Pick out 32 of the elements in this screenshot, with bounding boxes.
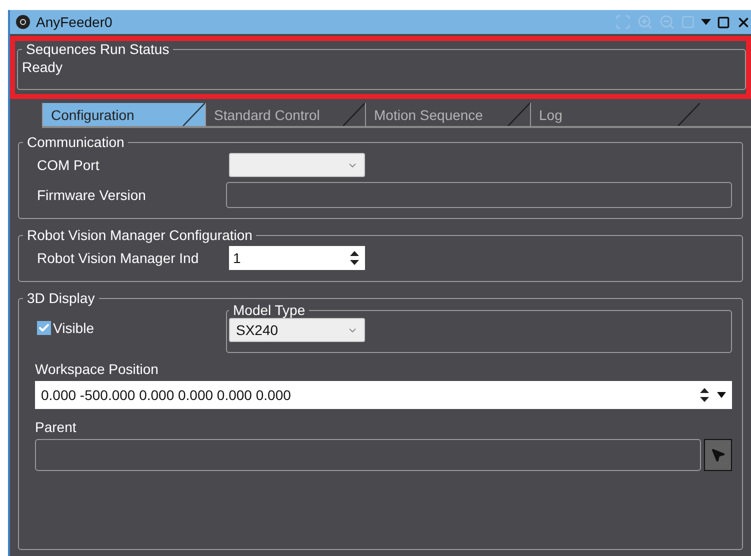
dropdown-icon[interactable] (717, 392, 726, 398)
group-title: Sequences Run Status (25, 41, 170, 57)
group-title: 3D Display (26, 290, 96, 306)
maximize-icon[interactable] (717, 16, 730, 28)
tab[interactable]: Log (530, 103, 700, 126)
input-field[interactable] (226, 182, 732, 208)
tab[interactable]: Configuration (42, 103, 205, 126)
model-type-dropdown[interactable]: SX240 (229, 318, 365, 342)
status-text: Ready (22, 58, 64, 77)
field-label: COM Port (37, 157, 100, 173)
group-title: Robot Vision Manager Configuration (26, 227, 254, 243)
cursor-icon (710, 447, 726, 463)
visible-checkbox[interactable]: Visible (37, 320, 229, 336)
position-spinner[interactable]: 0.000 -500.000 0.000 0.000 0.000 0.000 (35, 381, 732, 409)
field-label: Parent (35, 419, 78, 435)
field-label: Workspace Position (35, 361, 160, 377)
app-logo-icon (16, 15, 30, 29)
checkbox-label: Visible (53, 320, 94, 336)
spin-arrows-icon[interactable] (700, 388, 709, 402)
checkbox-icon[interactable] (37, 320, 51, 334)
group-title: Communication (26, 134, 126, 150)
number-spinner[interactable]: 1 (229, 246, 365, 270)
tab[interactable]: Standard Control (205, 103, 365, 126)
field-label: Robot Vision Manager Ind (37, 250, 200, 266)
tab[interactable]: Motion Sequence (365, 103, 530, 126)
spin-arrows-icon[interactable] (350, 251, 359, 265)
pick-button[interactable] (704, 439, 732, 471)
field-label: Firmware Version (37, 187, 147, 203)
window-title: AnyFeeder0 (36, 14, 114, 30)
input-field[interactable] (35, 439, 701, 471)
dropdown-icon[interactable] (701, 19, 711, 25)
group-title: Model Type (232, 302, 306, 318)
